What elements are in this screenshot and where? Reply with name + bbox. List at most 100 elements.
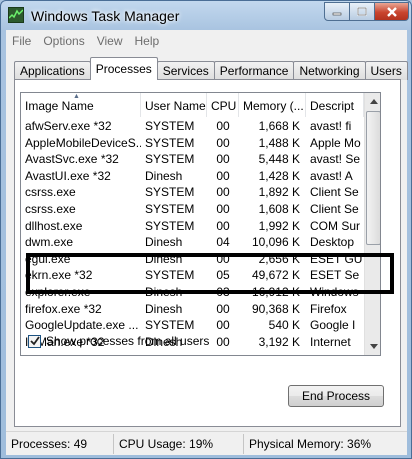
show-all-users-label: Show processes from all users	[46, 334, 210, 348]
cell-image-name: AvastUI.exe *32	[25, 168, 111, 183]
scroll-down-button[interactable]	[365, 338, 380, 355]
tab-applications[interactable]: Applications	[14, 61, 91, 80]
cell-memory: 1,668 K	[258, 119, 300, 133]
cell-description: Firefox	[310, 301, 347, 316]
table-row[interactable]: csrss.exe SYSTEM 00 1,608 K Client Se	[21, 201, 364, 218]
cell-memory: 49,672 K	[251, 268, 300, 283]
cell-cpu: 00	[216, 168, 230, 183]
cell-description: avast! Se	[310, 152, 361, 167]
cell-user-name: SYSTEM	[145, 152, 195, 167]
minimize-button[interactable]	[324, 2, 350, 21]
cell-cpu: 00	[216, 201, 230, 216]
cell-cpu: 00	[216, 185, 230, 200]
cell-cpu: 00	[216, 218, 230, 233]
table-row[interactable]: csrss.exe SYSTEM 00 1,892 K Client Se	[21, 184, 364, 201]
tab-networking[interactable]: Networking	[293, 61, 366, 80]
tab-users[interactable]: Users	[364, 61, 408, 80]
process-list-header: Image Name ▲ User Name CPU Memory (... Descri…	[21, 93, 364, 117]
cell-memory: 90,368 K	[251, 301, 300, 316]
cell-user-name: SYSTEM	[145, 318, 195, 333]
client-area: Applications Processes Services Performance…	[6, 52, 408, 431]
status-physical-memory: Physical Memory: 36%	[249, 436, 372, 451]
cell-cpu: 00	[216, 119, 230, 133]
tab-performance[interactable]: Performance	[213, 61, 295, 80]
column-header-4[interactable]: Descript	[306, 93, 364, 117]
cell-image-name: ekrn.exe *32	[25, 268, 93, 283]
table-row[interactable]: egui.exe Dinesh 00 2,656 K ESET GU	[21, 251, 364, 268]
table-row[interactable]: dwm.exe Dinesh 04 10,096 K Desktop	[21, 234, 364, 251]
cell-user-name: Dinesh	[145, 284, 183, 299]
cell-description: Client Se	[310, 201, 359, 216]
close-button[interactable]	[374, 2, 409, 21]
checkmark-icon	[29, 336, 40, 346]
cell-user-name: Dinesh	[145, 301, 183, 316]
title-bar[interactable]: Windows Task Manager	[1, 1, 411, 29]
cell-memory: 1,992 K	[258, 218, 300, 233]
cell-user-name: SYSTEM	[145, 119, 195, 133]
process-list-body: afwServ.exe *32 SYSTEM 00 1,668 K avast! fi A…	[21, 118, 364, 350]
process-list[interactable]: Image Name ▲ User Name CPU Memory (... Descri…	[20, 92, 381, 356]
show-all-users-option[interactable]: Show processes from all users	[28, 334, 209, 348]
cell-memory: 10,096 K	[251, 235, 300, 250]
tab-processes[interactable]: Processes	[89, 57, 158, 80]
cell-user-name: SYSTEM	[145, 201, 195, 216]
maximize-icon	[357, 6, 367, 16]
scroll-thumb[interactable]	[366, 111, 380, 245]
cell-memory: 16,912 K	[251, 284, 300, 299]
scroll-up-button[interactable]	[365, 93, 380, 110]
menu-options[interactable]: Options	[37, 30, 90, 52]
cell-description: Google I	[310, 318, 356, 333]
table-row[interactable]: ekrn.exe *32 SYSTEM 05 49,672 K ESET Se	[21, 267, 364, 284]
tab-services[interactable]: Services	[156, 61, 215, 80]
chevron-up-icon	[369, 99, 378, 104]
table-row[interactable]: AvastSvc.exe *32 SYSTEM 00 5,448 K avast! Se	[21, 151, 364, 168]
window-title: Windows Task Manager	[31, 8, 180, 24]
column-header-label: Image Name	[25, 99, 94, 113]
chevron-down-icon	[369, 344, 378, 349]
cell-image-name: explorer.exe	[25, 284, 91, 299]
cell-memory: 2,656 K	[258, 251, 300, 266]
cell-memory: 1,488 K	[258, 135, 300, 150]
column-header-2[interactable]: CPU	[207, 93, 239, 117]
table-row[interactable]: AppleMobileDeviceS... SYSTEM 00 1,488 K Appl…	[21, 135, 364, 152]
status-bar: Processes: 49 CPU Usage: 19% Physical Me…	[6, 431, 407, 455]
status-cpu-usage: CPU Usage: 19%	[114, 433, 244, 454]
column-header-label: Memory (...	[243, 99, 304, 113]
table-row[interactable]: GoogleUpdate.exe ... SYSTEM 00 540 K Google …	[21, 317, 364, 334]
menu-file[interactable]: File	[6, 30, 37, 52]
cell-user-name: Dinesh	[145, 235, 183, 250]
column-header-1[interactable]: User Name	[141, 93, 207, 117]
show-all-users-checkbox[interactable]	[28, 334, 41, 348]
table-row[interactable]: dllhost.exe SYSTEM 00 1,992 K COM Sur	[21, 218, 364, 235]
cell-memory: 1,892 K	[258, 185, 300, 200]
cell-memory: 540 K	[268, 318, 300, 333]
cell-cpu: 00	[216, 334, 230, 349]
table-row[interactable]: AvastUI.exe *32 Dinesh 00 1,428 K avast! A	[21, 168, 364, 185]
cell-cpu: 00	[216, 152, 230, 167]
cell-description: Internet	[310, 334, 351, 349]
cell-user-name: Dinesh	[145, 168, 183, 183]
cell-image-name: afwServ.exe *32	[25, 119, 112, 133]
cell-image-name: firefox.exe *32	[25, 301, 102, 316]
column-header-3[interactable]: Memory (...	[239, 93, 306, 117]
column-header-0[interactable]: Image Name ▲	[21, 93, 141, 117]
cell-cpu: 00	[216, 135, 230, 150]
cell-description: Windows	[310, 284, 359, 299]
maximize-button[interactable]	[349, 2, 375, 21]
table-row[interactable]: explorer.exe Dinesh 03 16,912 K Windows	[21, 284, 364, 301]
menu-view[interactable]: View	[91, 30, 129, 52]
cell-cpu: 04	[216, 235, 230, 250]
cell-image-name: AppleMobileDeviceS...	[25, 135, 141, 150]
menu-help[interactable]: Help	[129, 30, 166, 52]
cell-image-name: AvastSvc.exe *32	[25, 152, 119, 167]
table-row[interactable]: firefox.exe *32 Dinesh 00 90,368 K Firefox	[21, 301, 364, 318]
cell-memory: 1,608 K	[258, 201, 300, 216]
cell-description: COM Sur	[310, 218, 361, 233]
vertical-scrollbar[interactable]	[364, 93, 380, 355]
cell-image-name: GoogleUpdate.exe ...	[25, 318, 139, 333]
table-row[interactable]: afwServ.exe *32 SYSTEM 00 1,668 K avast! fi	[21, 118, 364, 135]
end-process-button[interactable]: End Process	[288, 385, 384, 407]
cell-cpu: 00	[216, 301, 230, 316]
cell-image-name: dwm.exe	[25, 235, 74, 250]
status-processes: Processes: 49	[6, 433, 114, 454]
